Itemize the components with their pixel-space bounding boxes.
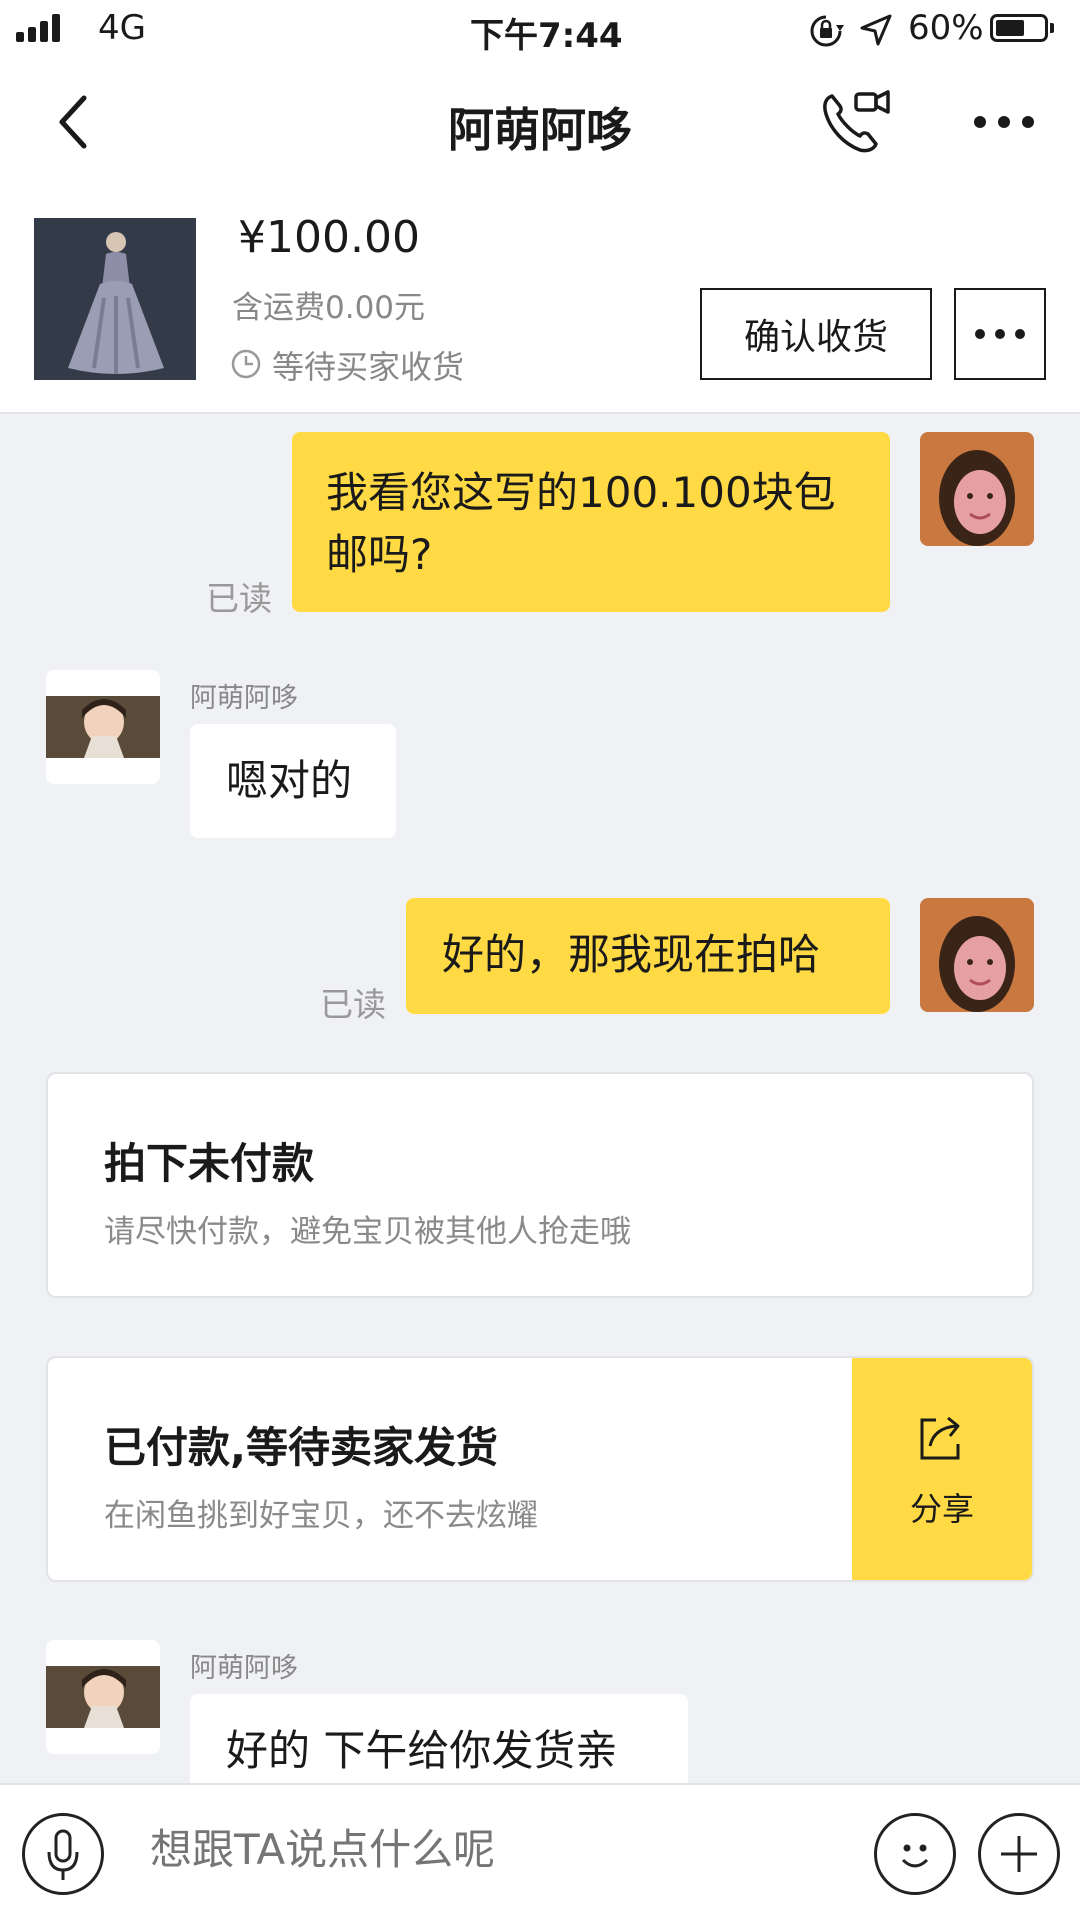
emoji-icon	[901, 1844, 929, 1868]
avatar[interactable]	[920, 898, 1034, 1012]
order-status-card[interactable]: 已付款,等待卖家发货 在闲鱼挑到好宝贝，还不去炫耀 分享	[46, 1356, 1034, 1582]
clock: 下午7:44	[470, 16, 623, 56]
share-label: 分享	[909, 1490, 974, 1528]
status-bar: 4G 下午7:44 60%	[0, 0, 1080, 62]
more-options-button[interactable]	[978, 1813, 1060, 1895]
avatar[interactable]	[920, 432, 1034, 546]
avatar[interactable]	[46, 670, 160, 784]
share-button[interactable]: 分享	[852, 1358, 1032, 1580]
plus-icon	[1001, 1836, 1037, 1872]
carrier-label: 4G	[98, 8, 146, 48]
order-status-card[interactable]: 拍下未付款 请尽快付款，避免宝贝被其他人抢走哦	[46, 1072, 1034, 1298]
microphone-icon	[47, 1829, 79, 1880]
battery-icon	[990, 14, 1054, 42]
price: ¥100.00	[238, 212, 420, 263]
battery-percent: 60%	[908, 8, 984, 48]
sender-name: 阿萌阿哆	[190, 1653, 298, 1684]
order-status: 等待买家收货	[272, 348, 465, 386]
clock-icon	[231, 349, 261, 379]
product-more-button[interactable]	[954, 288, 1046, 380]
message-text-line: 我看您这写的100.100块包	[326, 468, 836, 517]
card-title: 已付款,等待卖家发货	[104, 1423, 498, 1472]
nav-bar: 阿萌阿哆	[0, 62, 1080, 182]
sender-name: 阿萌阿哆	[190, 683, 298, 714]
read-receipt: 已读	[320, 985, 386, 1024]
chat-bubble-outgoing[interactable]: 好的，那我现在拍哈	[406, 898, 890, 1014]
share-icon	[920, 1416, 960, 1460]
location-arrow-icon	[860, 14, 892, 46]
read-receipt: 已读	[206, 579, 272, 618]
product-thumbnail[interactable]	[34, 218, 196, 380]
card-title: 拍下未付款	[104, 1139, 315, 1188]
more-icon	[975, 329, 1025, 339]
chat-bubble-outgoing[interactable]: 我看您这写的100.100块包 邮吗?	[292, 432, 890, 612]
more-icon[interactable]	[972, 114, 1036, 130]
confirm-receipt-button[interactable]: 确认收货	[700, 288, 932, 380]
message-input-bar	[0, 1783, 1080, 1923]
orientation-lock-icon	[810, 15, 844, 47]
video-call-icon[interactable]	[818, 88, 892, 156]
product-summary: ¥100.00 含运费0.00元 等待买家收货 确认收货	[0, 182, 1080, 414]
page-title: 阿萌阿哆	[448, 103, 632, 157]
message-text-line: 邮吗?	[326, 530, 433, 579]
message-input[interactable]	[150, 1825, 710, 1874]
card-subtitle: 请尽快付款，避免宝贝被其他人抢走哦	[104, 1214, 631, 1250]
card-subtitle: 在闲鱼挑到好宝贝，还不去炫耀	[104, 1498, 538, 1534]
shipping-fee: 含运费0.00元	[232, 290, 426, 326]
emoji-button[interactable]	[874, 1813, 956, 1895]
voice-button[interactable]	[22, 1813, 104, 1895]
chat-bubble-incoming[interactable]: 嗯对的	[190, 724, 396, 838]
avatar[interactable]	[46, 1640, 160, 1754]
